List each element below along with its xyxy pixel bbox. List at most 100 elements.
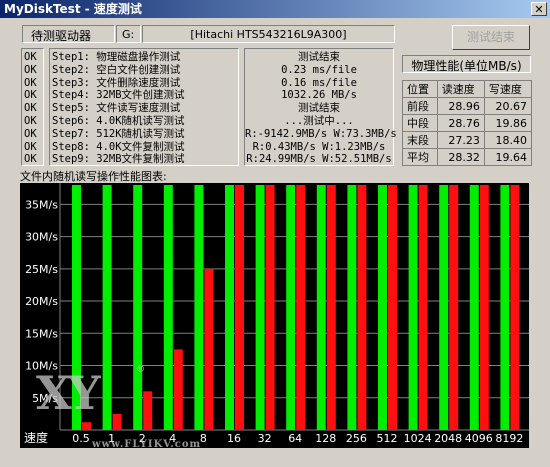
performance-read: 28.32: [436, 148, 485, 166]
read-speed-bar: [439, 185, 449, 430]
step-name: Step1: 物理磁盘操作测试: [52, 51, 181, 63]
step-status: OK: [24, 89, 37, 102]
step-status: OK: [24, 127, 37, 140]
write-speed-bar: [326, 185, 336, 430]
watermark-url: www.FLYIKV.com: [92, 439, 202, 450]
close-icon[interactable]: ✕: [531, 2, 547, 16]
test-end-button[interactable]: 测试结束: [452, 25, 530, 50]
step-list: Step1: 物理磁盘操作测试 Step2: 空白文件创建测试 Step3: 文件删…: [49, 48, 239, 166]
performance-header: 写速度: [483, 80, 533, 98]
title-bar: MyDiskTest - 速度测试 ✕: [0, 0, 550, 18]
performance-pos: 前段: [402, 97, 438, 115]
performance-pos: 平均: [402, 148, 438, 166]
performance-row: 前段 28.96 20.67: [402, 97, 533, 115]
read-speed-bar: [133, 185, 143, 430]
write-speed-bar: [235, 185, 244, 430]
drive-model: [Hitachi HTS543216L9A300]: [190, 28, 347, 41]
step-name: Step9: 32MB文件复制测试: [52, 153, 185, 166]
step-name: Step3: 文件删除速度测试: [52, 76, 181, 89]
step-status: OK: [24, 102, 37, 115]
step-name: Step7: 512K随机读写测试: [52, 127, 185, 140]
write-speed-bar: [265, 185, 275, 430]
performance-read: 28.96: [436, 97, 485, 115]
x-tick-label: 512: [377, 432, 398, 445]
step-name: Step8: 4.0K文件复制测试: [52, 140, 185, 153]
step-result: R:24.99MB/s W:52.51MB/s: [246, 153, 392, 166]
x-tick-label: 256: [346, 432, 367, 445]
step-result: 0.23 ms/file: [281, 63, 357, 76]
read-speed-bar: [469, 185, 479, 430]
performance-row: 平均 28.32 19.64: [402, 148, 533, 166]
x-tick-label: 2048: [434, 432, 462, 445]
step-result: ...测试中...: [284, 114, 354, 127]
step-result: 1032.26 MB/s: [281, 89, 357, 102]
write-speed-bar: [388, 185, 397, 430]
step-status: OK: [24, 153, 37, 166]
y-tick-label: 25M/s: [25, 263, 58, 276]
performance-header: 读速度: [436, 80, 485, 98]
write-speed-bar: [510, 185, 520, 430]
y-tick-label: 30M/s: [25, 231, 58, 244]
step-result: 测试结束: [298, 102, 340, 115]
read-speed-bar: [408, 185, 418, 430]
performance-pos: 末段: [402, 131, 438, 149]
read-speed-bar: [225, 185, 234, 430]
y-tick-label: 35M/s: [25, 198, 58, 211]
write-speed-bar: [143, 391, 153, 430]
step-status: OK: [24, 76, 37, 89]
drive-letter-box[interactable]: G:: [116, 25, 141, 43]
performance-read: 28.76: [436, 114, 485, 132]
write-speed-bar: [82, 422, 91, 430]
read-speed-bar: [286, 185, 296, 430]
watermark-logo: XY: [36, 366, 101, 420]
read-speed-bar: [316, 185, 326, 430]
x-tick-label: 16: [227, 432, 241, 445]
x-tick-label: 8192: [495, 432, 523, 445]
x-tick-label: 128: [315, 432, 336, 445]
chart-label: 文件内随机读写操作性能图表:: [20, 170, 167, 183]
performance-row: 中段 28.76 19.86: [402, 114, 533, 132]
performance-pos: 中段: [402, 114, 438, 132]
drive-label: 待测驱动器: [31, 29, 92, 43]
performance-write: 20.67: [483, 97, 533, 115]
x-tick-label: 1024: [404, 432, 432, 445]
step-status: OK: [24, 63, 37, 76]
performance-title: 物理性能(单位MB/s): [411, 59, 522, 73]
write-speed-bar: [479, 185, 489, 430]
step-result: 0.16 ms/file: [281, 76, 357, 89]
step-result: R:-9142.9MB/s W:73.3MB/s: [245, 127, 397, 140]
step-name: Step4: 32MB文件创建测试: [52, 89, 185, 102]
read-speed-bar: [163, 185, 173, 430]
x-tick-label: 32: [258, 432, 272, 445]
step-name: Step2: 空白文件创建测试: [52, 63, 181, 76]
x-tick-label: 4096: [465, 432, 493, 445]
step-result: 测试结束: [298, 51, 340, 63]
x-tick-label: 64: [288, 432, 302, 445]
step-status: OK: [24, 140, 37, 153]
window-title: MyDiskTest - 速度测试: [4, 2, 142, 16]
step-status: OK: [24, 114, 37, 127]
read-speed-bar: [102, 185, 112, 430]
performance-write: 18.40: [483, 131, 533, 149]
write-speed-bar: [357, 185, 367, 430]
performance-title-box: 物理性能(单位MB/s): [402, 55, 531, 73]
drive-model-box: [Hitachi HTS543216L9A300]: [142, 25, 395, 43]
performance-write: 19.64: [483, 148, 533, 166]
performance-write: 19.86: [483, 114, 533, 132]
read-speed-bar: [378, 185, 387, 430]
read-speed-bar: [347, 185, 357, 430]
write-speed-bar: [112, 413, 122, 430]
step-name: Step6: 4.0K随机读写测试: [52, 114, 185, 127]
write-speed-bar: [173, 349, 183, 430]
read-speed-bar: [255, 185, 265, 430]
step-status: OK: [24, 51, 37, 63]
x-axis-label: 速度: [24, 430, 48, 445]
drive-label-box: 待测驱动器: [22, 25, 115, 43]
performance-read: 27.23: [436, 131, 485, 149]
y-tick-label: 15M/s: [25, 327, 58, 340]
step-name: Step5: 文件读写速度测试: [52, 102, 181, 115]
write-speed-bar: [418, 185, 428, 430]
watermark-registered: ®: [136, 365, 145, 375]
write-speed-bar: [296, 185, 306, 430]
read-speed-bar: [500, 185, 510, 430]
